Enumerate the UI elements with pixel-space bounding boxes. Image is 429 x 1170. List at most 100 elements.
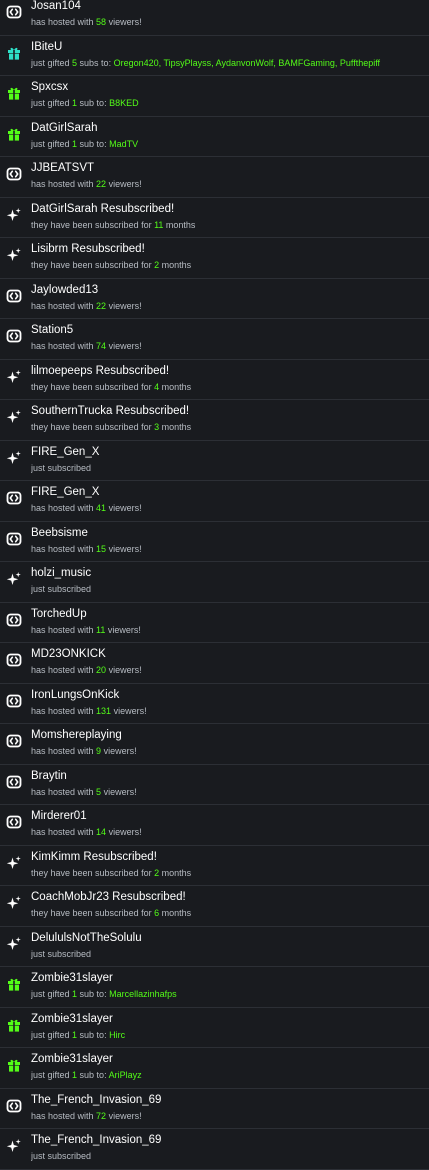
event-title: TorchedUp (31, 607, 87, 620)
event-detail-text: has hosted with (31, 179, 97, 189)
event-feed: Josan104 has hosted with 58 viewers! IBite… (0, 0, 429, 1170)
event-row-host: JJBEATSVT has hosted with 22 viewers! (0, 157, 429, 198)
event-title: The_French_Invasion_69 (31, 1093, 162, 1106)
event-detail-text: just gifted (31, 138, 73, 149)
event-detail: has hosted with 58 viewers! (31, 16, 426, 28)
event-row-host: Mirderer01 has hosted with 14 viewers! (0, 805, 429, 846)
event-detail-text: has hosted with (31, 624, 97, 635)
event-detail-value: MadTV (109, 138, 139, 149)
event-detail-text: just gifted (31, 57, 73, 68)
sparkle-icon (6, 409, 22, 425)
event-detail-text: sub to: (77, 1070, 109, 1080)
event-detail-text: just gifted (31, 1070, 73, 1080)
event-detail-text: viewers! (105, 624, 141, 635)
event-detail-text: subs to: (77, 57, 114, 68)
event-title: holzi_music (31, 567, 92, 579)
event-detail-value: 58 (96, 17, 107, 27)
event-detail-value: 72 (96, 1110, 107, 1121)
sparkle-icon (6, 571, 22, 587)
event-detail-value: 14 (96, 827, 107, 837)
event-detail-text: they have been subscribed for (31, 260, 155, 270)
event-detail-text: they have been subscribed for (31, 422, 155, 432)
event-detail-text: sub to: (77, 989, 110, 999)
event-detail: they have been subscribed for 11 months (31, 219, 426, 231)
host-icon (6, 652, 22, 668)
event-title: FIRE_Gen_X (31, 445, 100, 458)
event-detail-value: Hirc (109, 1029, 126, 1040)
event-detail-text: has hosted with (31, 665, 97, 675)
event-detail-text: has hosted with (31, 300, 97, 311)
event-row-host: TorchedUp has hosted with 11 viewers! (0, 603, 429, 643)
event-detail: just subscribed (31, 1150, 426, 1162)
event-detail-text: just gifted (31, 98, 73, 108)
gift-icon (6, 45, 22, 61)
host-icon (6, 1098, 22, 1114)
event-title: Jaylowded13 (31, 283, 99, 296)
event-detail-text: viewers! (106, 543, 142, 554)
event-detail: has hosted with 20 viewers! (31, 664, 426, 676)
host-icon (6, 328, 22, 344)
event-detail: has hosted with 11 viewers! (31, 624, 426, 636)
event-title: CoachMobJr23 Resubscribed! (31, 891, 186, 903)
event-detail-text: just subscribed (31, 462, 92, 473)
event-detail-value: 22 (96, 179, 107, 189)
event-detail-text: months (159, 867, 192, 878)
event-row-gift: Zombie31slayer just gifted 1 sub to: Marc… (0, 967, 429, 1008)
gift-icon (6, 85, 22, 101)
event-title: Mirderer01 (31, 810, 87, 822)
event-detail-value: 22 (96, 300, 107, 311)
event-detail-text: they have been subscribed for (31, 867, 155, 878)
event-row-host: Momshereplaying has hosted with 9 viewers… (0, 724, 429, 765)
sparkle-icon (6, 450, 22, 466)
event-detail-text: has hosted with (31, 543, 97, 554)
event-detail-text: viewers! (106, 503, 142, 513)
event-row-gift: Zombie31slayer just gifted 1 sub to: AriP… (0, 1048, 429, 1089)
event-detail-text: viewers! (106, 17, 142, 27)
event-detail-text: has hosted with (31, 705, 97, 716)
event-row-resub: KimKimm Resubscribed! they have been subs… (0, 846, 429, 886)
event-detail-text: viewers! (101, 786, 137, 797)
event-title: lilmoepeeps Resubscribed! (31, 364, 170, 377)
event-title: Zombie31slayer (31, 1012, 113, 1025)
event-detail: has hosted with 5 viewers! (31, 786, 426, 798)
event-row-gift: Zombie31slayer just gifted 1 sub to: Hirc (0, 1008, 429, 1048)
event-detail-text: viewers! (106, 179, 142, 189)
event-detail-text: viewers! (106, 300, 142, 311)
gift-icon (6, 1017, 22, 1033)
event-detail-value: 20 (96, 665, 107, 675)
event-row-gift: IBiteU just gifted 5 subs to: Oregon420, … (0, 36, 429, 76)
event-detail-text: has hosted with (31, 827, 97, 837)
event-detail-value: 41 (96, 503, 107, 513)
event-row-host: Braytin has hosted with 5 viewers! (0, 765, 429, 805)
event-title: Zombie31slayer (31, 1053, 113, 1065)
event-detail: just subscribed (31, 462, 426, 474)
event-title: Braytin (31, 769, 67, 782)
event-detail-text: viewers! (106, 1110, 142, 1121)
event-detail-value: 11 (96, 624, 106, 635)
event-title: DelululsNotTheSolulu (31, 931, 142, 944)
event-detail-text: viewers! (106, 665, 142, 675)
event-detail-text: they have been subscribed for (31, 219, 155, 230)
event-detail-text: viewers! (106, 341, 142, 351)
event-detail-text: just gifted (31, 1029, 73, 1040)
event-detail: has hosted with 41 viewers! (31, 502, 426, 514)
event-detail: they have been subscribed for 3 months (31, 421, 426, 433)
gift-icon (6, 976, 22, 992)
event-detail-text: has hosted with (31, 786, 97, 797)
event-title: Josan104 (31, 0, 81, 12)
event-title: Beebsisme (31, 526, 88, 539)
event-detail: just gifted 1 sub to: AriPlayz (31, 1069, 426, 1081)
event-detail-value: 131 (96, 705, 112, 716)
event-detail-text: months (159, 422, 192, 432)
host-icon (6, 693, 22, 709)
host-icon (6, 733, 22, 749)
event-title: IBiteU (31, 40, 63, 53)
event-detail: just gifted 1 sub to: MadTV (31, 138, 426, 150)
event-detail-text: has hosted with (31, 1110, 97, 1121)
event-row-sub: holzi_music just subscribed (0, 562, 429, 603)
sparkle-icon (6, 247, 22, 263)
event-detail: has hosted with 14 viewers! (31, 826, 426, 838)
host-icon (6, 814, 22, 830)
event-detail-text: sub to: (77, 98, 110, 108)
event-row-sub: FIRE_Gen_Xjust subscribed (0, 441, 429, 481)
